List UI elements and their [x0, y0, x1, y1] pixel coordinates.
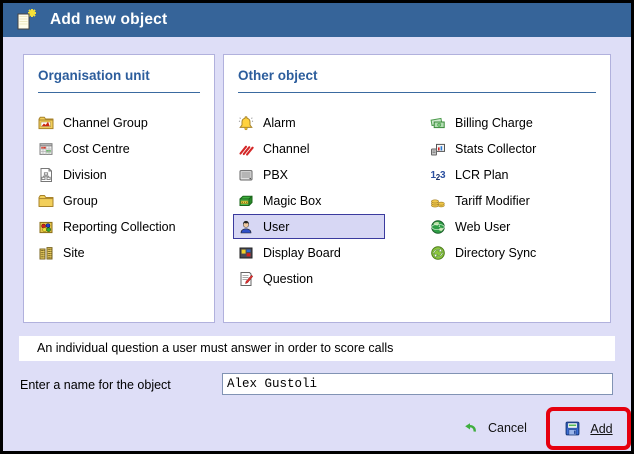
list-item-label: Division — [63, 167, 107, 182]
annotation-highlight-box: Add — [546, 407, 631, 450]
title-bar: Add new object — [3, 3, 631, 37]
list-item-question[interactable]: Question — [233, 266, 419, 291]
cancel-button[interactable]: Cancel — [462, 416, 527, 440]
object-name-input[interactable] — [222, 373, 613, 395]
panel-organisation-unit: Organisation unit Channel Group Cost Cent… — [23, 54, 215, 323]
list-item-magic-box[interactable]: Magic Box — [233, 188, 419, 213]
list-item-label: Directory Sync — [455, 245, 537, 260]
heading-underline — [38, 92, 200, 93]
list-item-label: Cost Centre — [63, 141, 130, 156]
other-object-col2: Billing Charge Stats Collector 1 2 3 LCR Plan… — [416, 110, 606, 266]
question-pencil-icon — [238, 271, 254, 287]
list-item-stats-collector[interactable]: Stats Collector — [425, 136, 606, 161]
object-name-label: Enter a name for the object — [20, 378, 171, 392]
list-item-label: Web User — [455, 219, 511, 234]
new-document-icon — [14, 8, 38, 32]
alarm-bell-icon — [238, 115, 254, 131]
list-item-billing-charge[interactable]: Billing Charge — [425, 110, 606, 135]
list-item-label: Stats Collector — [455, 141, 537, 156]
list-item-group[interactable]: Group — [33, 188, 214, 213]
list-item-label: User — [263, 219, 290, 234]
add-new-object-dialog: Add new object Organisation unit Channel… — [0, 0, 634, 454]
list-item-site[interactable]: Site — [33, 240, 214, 265]
list-item-label: Alarm — [263, 115, 296, 130]
list-item-label: Magic Box — [263, 193, 322, 208]
organisation-unit-list: Channel Group Cost Centre Division Group Rep… — [24, 110, 214, 265]
add-button[interactable]: Add — [564, 420, 613, 437]
buildings-icon — [38, 245, 54, 261]
add-button-label: Add — [590, 421, 613, 436]
other-object-col1: Alarm Channel PBX Magic Box User Display Boar… — [224, 110, 419, 292]
magic-box-icon — [238, 193, 254, 209]
channel-lines-icon — [238, 141, 254, 157]
list-item-label: Reporting Collection — [63, 219, 176, 234]
report-collection-icon — [38, 219, 54, 235]
list-item-directory-sync[interactable]: Directory Sync — [425, 240, 606, 265]
panel-other-object: Other object Alarm Channel PBX Magic Box Use… — [223, 54, 611, 323]
list-item-channel-group[interactable]: Channel Group — [33, 110, 214, 135]
list-item-label: Question — [263, 271, 314, 286]
list-item-label: Channel — [263, 141, 310, 156]
folder-chart-icon — [38, 115, 54, 131]
list-item-reporting-collection[interactable]: Reporting Collection — [33, 214, 214, 239]
heading-underline — [238, 92, 596, 93]
list-item-cost-centre[interactable]: Cost Centre — [33, 136, 214, 161]
list-item-label: Billing Charge — [455, 115, 533, 130]
list-item-web-user[interactable]: Web User — [425, 214, 606, 239]
list-item-channel[interactable]: Channel — [233, 136, 419, 161]
list-item-label: Display Board — [263, 245, 341, 260]
list-item-pbx[interactable]: PBX — [233, 162, 419, 187]
cost-grid-icon — [38, 141, 54, 157]
sync-arrows-icon — [430, 245, 446, 261]
folder-icon — [38, 193, 54, 209]
stats-device-icon — [430, 141, 446, 157]
list-item-user[interactable]: User — [233, 214, 385, 239]
list-item-display-board[interactable]: Display Board — [233, 240, 419, 265]
list-item-label: PBX — [263, 167, 289, 182]
save-floppy-icon — [564, 420, 581, 437]
list-item-label: Channel Group — [63, 115, 148, 130]
list-item-alarm[interactable]: Alarm — [233, 110, 419, 135]
lcr-123-icon: 123 — [430, 167, 447, 183]
cancel-button-label: Cancel — [488, 421, 527, 435]
object-description-bar: An individual question a user must answe… — [19, 336, 615, 361]
org-chart-icon — [38, 167, 54, 183]
display-board-icon — [238, 245, 254, 261]
billing-money-icon — [430, 115, 446, 131]
web-globe-icon — [430, 219, 446, 235]
user-person-icon — [238, 219, 254, 235]
pbx-box-icon — [238, 167, 254, 183]
list-item-label: Site — [63, 245, 85, 260]
organisation-unit-heading: Organisation unit — [38, 68, 150, 83]
list-item-tariff-modifier[interactable]: Tariff Modifier — [425, 188, 606, 213]
list-item-label: Tariff Modifier — [455, 193, 530, 208]
list-item-division[interactable]: Division — [33, 162, 214, 187]
list-item-lcr-plan[interactable]: 1 2 3 LCR Plan — [425, 162, 606, 187]
list-item-label: Group — [63, 193, 98, 208]
list-item-label: LCR Plan — [455, 167, 509, 182]
tariff-coins-icon — [430, 193, 446, 209]
undo-arrow-icon — [462, 420, 478, 436]
dialog-body: Organisation unit Channel Group Cost Cent… — [3, 37, 631, 451]
other-object-heading: Other object — [238, 68, 318, 83]
svg-text:3: 3 — [440, 170, 446, 181]
dialog-title: Add new object — [50, 11, 168, 28]
